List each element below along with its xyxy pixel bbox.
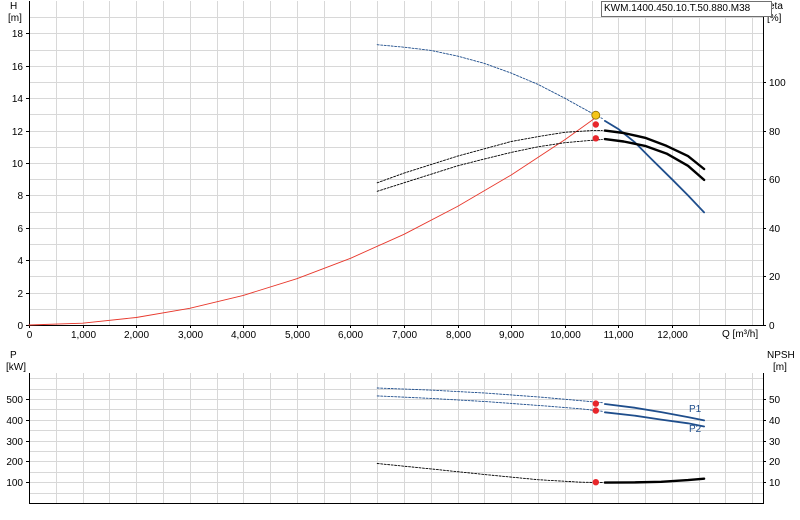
- p2-series-label: P2: [689, 424, 702, 435]
- bottom-grid: [29, 373, 763, 503]
- y-right-tick-label: 10: [769, 478, 781, 489]
- pump-curve-chart: 0 2 4 6 8 10 12 14 16 18 0 20 40 60 80 100 0 1,000 2,000 3,…: [6, 1, 795, 504]
- y-left-tick-label: 18: [12, 29, 24, 40]
- bottom-left-axis-unit: [kW]: [6, 362, 26, 373]
- series-p2_ext: [376, 395, 603, 412]
- bottom-left-axis-title: P: [10, 350, 17, 361]
- top-axes: 0 2 4 6 8 10 12 14 16 18 0 20 40 60 80 100 0 1,000 2,000 3,…: [12, 1, 786, 341]
- y-right-tick-label: 40: [769, 416, 781, 427]
- series-head_ext: [376, 44, 603, 119]
- marker-eta1-marker: [592, 121, 599, 128]
- y-left-tick-label: 16: [12, 62, 24, 73]
- y-left-tick-label: 400: [6, 416, 23, 427]
- p1-series-label: P1: [689, 404, 702, 415]
- x-tick-label: 2,000: [124, 330, 149, 341]
- x-tick-label: 0: [27, 330, 33, 341]
- y-right-tick-label: 80: [769, 127, 781, 138]
- x-tick-label: 1,000: [71, 330, 96, 341]
- marker-npsh-marker: [592, 479, 599, 486]
- marker-eta2-marker: [592, 135, 599, 142]
- marker-p2-marker: [592, 407, 599, 414]
- y-right-tick-label: 0: [769, 321, 775, 332]
- x-tick-label: 10,000: [550, 330, 581, 341]
- x-tick-label: 11,000: [604, 330, 634, 341]
- series-p1_ext: [376, 387, 603, 404]
- y-left-tick-label: 6: [17, 224, 23, 235]
- marker-p1-marker: [592, 400, 599, 407]
- x-tick-label: 6,000: [338, 330, 363, 341]
- top-grid: [29, 1, 763, 325]
- y-right-tick-label: 20: [769, 272, 781, 283]
- series-eta1_ext: [376, 130, 603, 184]
- model-label: KWM.1400.450.10.T.50.880.M38: [601, 1, 772, 17]
- x-tick-label: 8,000: [446, 330, 471, 341]
- bottom-series: [376, 387, 706, 484]
- y-left-tick-label: 10: [12, 159, 24, 170]
- y-left-tick-label: 200: [6, 457, 23, 468]
- top-left-axis-unit: [m]: [8, 13, 22, 24]
- bottom-right-axis-title: NPSH: [767, 350, 795, 361]
- y-left-tick-label: 14: [12, 94, 24, 105]
- x-tick-label: 7,000: [392, 330, 417, 341]
- x-axis-title: Q [m³/h]: [722, 329, 758, 340]
- top-series: [28, 44, 706, 326]
- x-tick-label: 9,000: [499, 330, 524, 341]
- y-right-tick-label: 20: [769, 457, 781, 468]
- y-left-tick-label: 100: [6, 478, 23, 489]
- y-right-tick-label: 60: [769, 175, 781, 186]
- bottom-axes: 100 200 300 400 500 10 20 30 40 50: [6, 373, 781, 504]
- y-left-tick-label: 12: [12, 127, 24, 138]
- top-left-axis-title: H: [10, 1, 17, 12]
- x-tick-label: 12,000: [657, 330, 688, 341]
- y-left-tick-label: 2: [17, 289, 23, 300]
- marker-op-point: [591, 110, 601, 120]
- y-right-tick-label: 40: [769, 224, 781, 235]
- y-right-tick-label: 50: [769, 395, 781, 406]
- y-left-tick-label: 8: [17, 191, 23, 202]
- y-right-tick-label: 30: [769, 437, 781, 448]
- series-npsh_ext: [376, 463, 603, 484]
- bottom-right-axis-unit: [m]: [773, 362, 787, 373]
- x-tick-label: 5,000: [285, 330, 310, 341]
- y-left-tick-label: 500: [6, 395, 23, 406]
- x-tick-label: 4,000: [231, 330, 256, 341]
- y-left-tick-label: 0: [17, 321, 23, 332]
- y-right-tick-label: 100: [769, 78, 786, 89]
- y-left-tick-label: 4: [17, 256, 23, 267]
- series-eta2: [603, 137, 706, 182]
- y-left-tick-label: 300: [6, 437, 23, 448]
- x-tick-label: 3,000: [178, 330, 203, 341]
